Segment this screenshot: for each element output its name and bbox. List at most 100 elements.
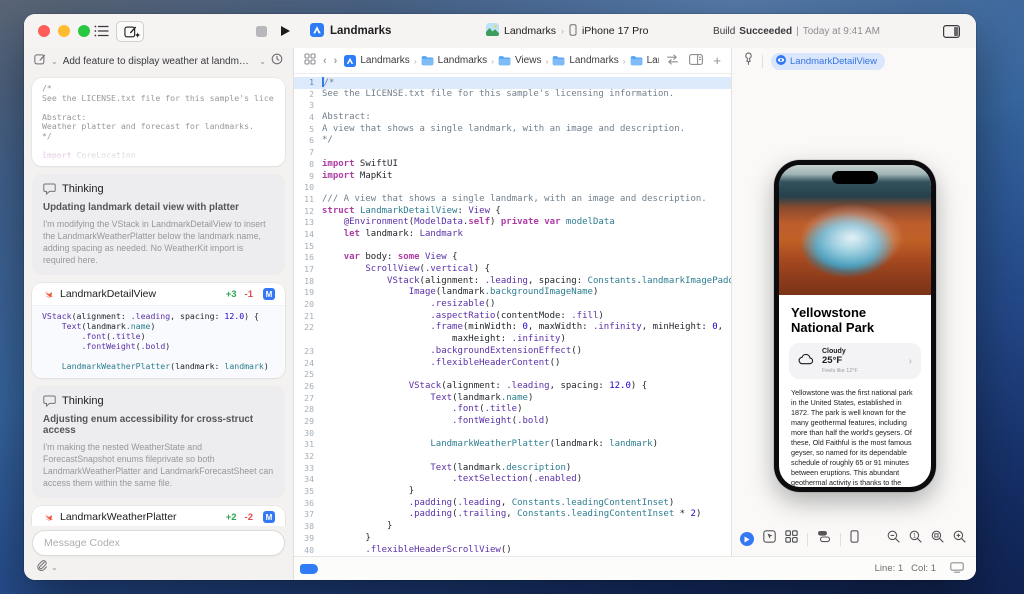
iphone-preview: Yellowstone National Park Cloudy 25°F Fe…: [774, 160, 936, 492]
code-line: 18 VStack(alignment: .leading, spacing: …: [304, 275, 731, 286]
editor-options-icon[interactable]: [689, 52, 704, 70]
close-window-button[interactable]: [38, 25, 50, 37]
session-title-dropdown[interactable]: Add feature to display weather at landma…: [63, 56, 255, 67]
speech-bubble-icon: [43, 183, 56, 195]
breadcrumb-separator: ›: [413, 55, 417, 66]
codex-assistant-sidebar: ⌄ Add feature to display weather at land…: [24, 48, 294, 580]
landmark-title: Yellowstone National Park: [791, 305, 875, 335]
code-line: maxHeight: .infinity): [322, 334, 566, 345]
paperclip-icon[interactable]: [36, 559, 48, 577]
file-diff-card[interactable]: LandmarkWeatherPlatter+2-2Mfileprivate s…: [32, 506, 285, 526]
eye-icon: [776, 54, 786, 68]
zoom-100-icon[interactable]: 1: [909, 530, 922, 548]
appearance-variants-icon[interactable]: [817, 530, 831, 548]
thinking-body: I'm modifying the VStack in LandmarkDeta…: [43, 219, 266, 265]
fullscreen-window-button[interactable]: [78, 25, 90, 37]
app-icon: [486, 23, 499, 39]
code-line: 3: [309, 100, 314, 111]
folder-icon: [498, 55, 511, 66]
thinking-title: Updating landmark detail view with platt…: [43, 202, 239, 213]
minimize-window-button[interactable]: [58, 25, 70, 37]
file-diff-card[interactable]: LandmarkDetailView +3 -1 M VStack(alignment:…: [32, 283, 285, 378]
preview-target-pill[interactable]: LandmarkDetailView: [771, 52, 885, 70]
inspector-toggle-icon[interactable]: [943, 14, 960, 48]
breadcrumb-item[interactable]: Views: [498, 55, 541, 66]
code-line: 9 import MapKit: [309, 170, 393, 181]
thinking-body: I'm making the nested WeatherState and F…: [43, 442, 274, 488]
codex-session-header: ⌄ Add feature to display weather at land…: [24, 48, 293, 74]
message-input[interactable]: Message Codex: [32, 530, 285, 556]
forward-icon[interactable]: ›: [334, 55, 338, 67]
code-line: VStack(alignment: .leading, spacing: 12.…: [42, 311, 259, 321]
chat-list-icon[interactable]: [94, 14, 109, 48]
source-editor: ‹ › Landmarks › Landmarks › Views › Landmarks ›…: [294, 48, 731, 556]
weather-platter[interactable]: Cloudy 25°F Feels like 12°F ›: [789, 343, 921, 380]
code-line: Abstract:: [42, 112, 87, 122]
breadcrumb-item[interactable]: Landmark Detail: [630, 55, 659, 66]
select-mode-icon[interactable]: [763, 530, 776, 548]
modified-badge: M: [263, 288, 275, 300]
folder-icon: [630, 55, 643, 66]
build-status[interactable]: Build Succeeded | Today at 9:41 AM: [713, 14, 880, 48]
scheme-selector[interactable]: Landmarks › iPhone 17 Pro: [486, 14, 649, 48]
preview-canvas: LandmarkDetailView Yellowstone National …: [731, 48, 976, 556]
chevron-down-icon[interactable]: ⌄: [259, 57, 266, 66]
compose-icon[interactable]: [34, 52, 46, 70]
breadcrumb-separator: ›: [545, 55, 549, 66]
conversation-scroll[interactable]: /* See the LICENSE.txt file for this samp…: [24, 74, 293, 526]
zoom-fit-icon[interactable]: [931, 530, 944, 548]
related-items-icon[interactable]: [304, 52, 316, 70]
diff-code-block: VStack(alignment: .leading, spacing: 12.…: [32, 305, 285, 378]
context-code-card[interactable]: /* See the LICENSE.txt file for this samp…: [32, 78, 285, 166]
code-line: 20 .resizable(): [304, 299, 496, 310]
breadcrumb-item[interactable]: Landmarks: [344, 54, 410, 67]
modified-badge: M: [263, 511, 275, 523]
code-review-indicator[interactable]: [300, 563, 318, 574]
swap-editor-icon[interactable]: [666, 52, 679, 70]
chevron-down-icon[interactable]: ⌄: [51, 563, 58, 572]
code-editor[interactable]: 1/* 2 See the LICENSE.txt file for this sa…: [294, 74, 731, 556]
breadcrumb-separator: ›: [622, 55, 626, 66]
pin-icon[interactable]: [743, 52, 754, 70]
preview-screen[interactable]: Yellowstone National Park Cloudy 25°F Fe…: [779, 165, 931, 487]
preview-header: LandmarkDetailView: [732, 48, 976, 74]
breadcrumb-item[interactable]: Landmarks: [552, 55, 619, 66]
code-line: 16 var body: some View {: [304, 252, 458, 263]
back-icon[interactable]: ‹: [323, 55, 327, 67]
history-icon[interactable]: [271, 52, 283, 70]
code-line: 5A view that shows a single landmark, wi…: [309, 123, 686, 134]
run-button[interactable]: [280, 14, 291, 48]
zoom-out-icon[interactable]: [887, 530, 900, 548]
live-preview-button[interactable]: [740, 532, 754, 546]
device-settings-icon[interactable]: [850, 530, 859, 548]
speech-bubble-icon: [43, 395, 56, 407]
add-editor-icon[interactable]: +: [713, 53, 721, 68]
zoom-in-icon[interactable]: [953, 530, 966, 548]
code-line: 4 Abstract:: [309, 112, 371, 123]
new-chat-button[interactable]: ✦: [116, 21, 144, 42]
code-line: 24 .flexibleHeaderContent(): [304, 357, 561, 368]
preview-toolbar: 1: [740, 530, 966, 548]
weather-temperature: 25°F: [822, 355, 843, 367]
breadcrumb-item[interactable]: Landmarks: [421, 55, 487, 66]
code-line: 11/// A view that shows a single landmar…: [304, 193, 707, 204]
code-line: 17 ScrollView(.vertical) {: [304, 264, 491, 274]
code-line: 34 .textSelection(.enabled): [304, 474, 583, 485]
chevron-right-icon: ›: [908, 355, 912, 367]
code-line: 40 .flexibleHeaderScrollView(): [304, 544, 512, 555]
code-line: 29 .fontWeight(.bold): [304, 415, 550, 426]
thinking-block[interactable]: Thinking Adjusting enum accessibility for…: [32, 386, 285, 498]
code-line: 27 Text(landmark.name): [304, 392, 534, 403]
landmark-hero-image: [779, 165, 931, 295]
project-title: Landmarks: [310, 14, 391, 48]
variants-grid-icon[interactable]: [785, 530, 798, 548]
code-line: 35 }: [304, 486, 415, 497]
chevron-down-icon[interactable]: ⌄: [51, 57, 58, 66]
thinking-block[interactable]: Thinking Updating landmark detail view wi…: [32, 174, 285, 275]
stop-button[interactable]: [256, 14, 267, 48]
file-name: LandmarkDetailView: [60, 288, 157, 300]
toolbar: ✦ Landmarks Landmarks › iPhone 17 Pro Bu…: [24, 14, 976, 48]
display-icon[interactable]: [950, 560, 964, 578]
